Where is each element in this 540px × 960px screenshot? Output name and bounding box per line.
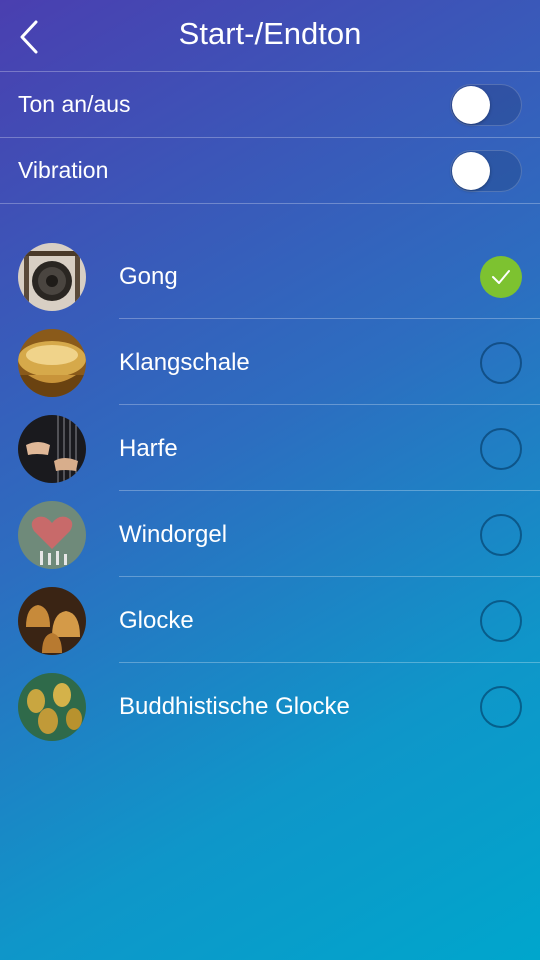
select-radio[interactable]: [480, 686, 522, 728]
list-item-klangschale[interactable]: Klangschale: [0, 319, 540, 405]
list-item-buddhistische-glocke[interactable]: Buddhistische Glocke: [0, 663, 540, 749]
bells-thumbnail: [18, 587, 86, 655]
wind-chime-thumbnail: [18, 501, 86, 569]
sound-label: Buddhistische Glocke: [119, 693, 350, 720]
list-item-windorgel[interactable]: Windorgel: [0, 491, 540, 577]
selected-check[interactable]: [480, 256, 522, 298]
divider: [0, 203, 540, 204]
sound-toggle[interactable]: [450, 84, 522, 126]
sound-label: Windorgel: [119, 521, 228, 548]
toggle-knob: [452, 86, 490, 124]
select-radio[interactable]: [480, 342, 522, 384]
setting-row-sound: Ton an/aus: [0, 72, 540, 138]
singing-bowl-thumbnail: [18, 329, 86, 397]
setting-row-vibration: Vibration: [0, 138, 540, 204]
select-radio[interactable]: [480, 428, 522, 470]
list-item-harfe[interactable]: Harfe: [0, 405, 540, 491]
select-radio[interactable]: [480, 514, 522, 556]
header: Start-/Endton: [0, 0, 540, 72]
sound-label: Harfe: [119, 435, 178, 462]
checkmark-icon: [492, 270, 510, 284]
vibration-toggle[interactable]: [450, 150, 522, 192]
list-item-gong[interactable]: Gong: [0, 233, 540, 319]
harp-thumbnail: [18, 415, 86, 483]
sound-label: Klangschale: [119, 349, 250, 376]
buddhist-bells-thumbnail: [18, 673, 86, 741]
list-item-glocke[interactable]: Glocke: [0, 577, 540, 663]
sound-label: Glocke: [119, 607, 194, 634]
select-radio[interactable]: [480, 600, 522, 642]
toggle-knob: [452, 152, 490, 190]
setting-label-vibration: Vibration: [18, 157, 109, 183]
page-title: Start-/Endton: [178, 16, 362, 51]
setting-label-sound: Ton an/aus: [18, 91, 131, 117]
sound-label: Gong: [119, 263, 178, 290]
gong-thumbnail: [18, 243, 86, 311]
